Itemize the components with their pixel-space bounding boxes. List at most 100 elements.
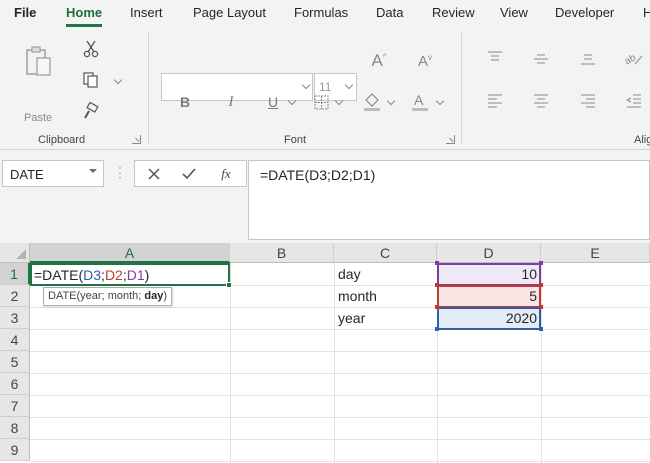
cell-d2[interactable]: 5 <box>440 288 537 304</box>
gridline <box>30 329 650 330</box>
decrease-font-size-button[interactable]: Av <box>414 50 436 72</box>
row-header-6[interactable]: 6 <box>0 373 30 395</box>
align-center-button[interactable] <box>531 92 551 110</box>
tab-home[interactable]: Home <box>66 5 102 20</box>
clipboard-launcher-icon[interactable] <box>132 135 141 144</box>
borders-button[interactable] <box>312 92 330 112</box>
cell-d3[interactable]: 2020 <box>440 310 537 326</box>
ref-handle[interactable] <box>539 327 543 331</box>
increase-font-size-button[interactable]: A^ <box>368 50 390 72</box>
cut-button[interactable] <box>80 38 102 60</box>
row-header-8[interactable]: 8 <box>0 417 30 439</box>
checkmark-icon <box>182 168 196 180</box>
middle-align-button[interactable] <box>531 50 551 68</box>
insert-function-button[interactable]: fx <box>215 164 237 184</box>
ref-handle[interactable] <box>539 283 543 287</box>
underline-icon: U <box>267 94 279 110</box>
formula-input[interactable]: =DATE(D3;D2;D1) <box>248 160 650 240</box>
paste-button[interactable] <box>22 42 56 80</box>
copy-dropdown-icon[interactable] <box>113 75 123 85</box>
tab-formulas[interactable]: Formulas <box>294 5 348 20</box>
tab-insert[interactable]: Insert <box>130 5 163 20</box>
worksheet-grid[interactable]: A B C D E 1 2 3 4 5 6 7 8 9 day month ye… <box>0 243 650 463</box>
tab-page-layout[interactable]: Page Layout <box>193 5 266 20</box>
select-all-icon <box>16 249 26 259</box>
row-header-5[interactable]: 5 <box>0 351 30 373</box>
bottom-align-button[interactable] <box>578 50 598 68</box>
bold-button[interactable]: B <box>176 92 194 112</box>
top-align-button[interactable] <box>485 48 505 66</box>
formula-text: =DATE(D3;D2;D1) <box>260 167 376 183</box>
align-center-icon <box>534 94 548 108</box>
active-cell-a1[interactable]: =DATE(D3;D2;D1) <box>30 263 230 286</box>
formula-suffix: ) <box>144 267 150 283</box>
bold-icon: B <box>179 94 191 110</box>
chevron-down-icon <box>301 80 311 90</box>
cell-d1[interactable]: 10 <box>440 266 537 282</box>
name-box-dropdown-icon[interactable] <box>89 169 97 173</box>
ref-handle[interactable] <box>539 261 543 265</box>
column-header-d[interactable]: D <box>437 243 541 263</box>
underline-button[interactable]: U <box>264 92 282 112</box>
close-icon <box>148 168 160 180</box>
row-header-2[interactable]: 2 <box>0 285 30 307</box>
fill-handle[interactable] <box>226 282 232 288</box>
svg-text:ab: ab <box>625 52 638 66</box>
tab-developer[interactable]: Developer <box>555 5 614 20</box>
ref-handle[interactable] <box>435 283 439 287</box>
row-header-3[interactable]: 3 <box>0 307 30 329</box>
column-header-c[interactable]: C <box>334 243 437 263</box>
column-header-a[interactable]: A <box>30 243 230 263</box>
formula-bar-area: DATE · · · fx =DATE(D3;D2;D1) <box>0 150 650 243</box>
cell-a1-formula[interactable]: =DATE(D3;D2;D1) <box>34 267 149 283</box>
more-options-icon[interactable]: · · · <box>118 161 122 183</box>
cell-c1[interactable]: day <box>338 266 361 282</box>
brush-icon <box>84 102 99 119</box>
cell-c3[interactable]: year <box>338 310 365 326</box>
column-header-e[interactable]: E <box>541 243 650 263</box>
gridline <box>30 395 650 396</box>
tab-help[interactable]: H <box>643 5 650 20</box>
row-header-4[interactable]: 4 <box>0 329 30 351</box>
ribbon: Paste Clipboard 11 A^ Av B I U A Font ab… <box>0 28 650 150</box>
ref-handle[interactable] <box>435 261 439 265</box>
borders-icon <box>314 95 328 109</box>
column-header-b[interactable]: B <box>230 243 334 263</box>
italic-button[interactable]: I <box>222 92 240 112</box>
decrease-font-icon: Av <box>417 52 432 70</box>
fill-color-button[interactable] <box>362 90 382 112</box>
row-header-7[interactable]: 7 <box>0 395 30 417</box>
bottom-align-icon <box>581 54 595 65</box>
format-painter-button[interactable] <box>80 100 102 122</box>
font-launcher-icon[interactable] <box>446 135 455 144</box>
align-right-button[interactable] <box>578 92 598 110</box>
align-left-button[interactable] <box>485 92 505 110</box>
cell-c2[interactable]: month <box>338 288 377 304</box>
clipboard-group-label: Clipboard <box>38 134 86 146</box>
ref-handle[interactable] <box>539 305 543 309</box>
fill-color-dropdown-icon[interactable] <box>386 96 396 106</box>
copy-button[interactable] <box>80 69 102 91</box>
font-color-button[interactable]: A <box>410 90 430 112</box>
decrease-indent-button[interactable] <box>624 92 644 110</box>
fill-bucket-icon <box>364 93 380 111</box>
group-divider <box>148 32 149 144</box>
tooltip-prefix: DATE(year; month; <box>48 290 145 302</box>
tab-file[interactable]: File <box>14 5 36 20</box>
top-align-icon <box>488 51 502 61</box>
row-header-9[interactable]: 9 <box>0 439 30 461</box>
name-box[interactable]: DATE <box>2 160 104 187</box>
enter-button[interactable] <box>179 165 199 183</box>
font-color-dropdown-icon[interactable] <box>435 96 445 106</box>
ref-handle[interactable] <box>435 305 439 309</box>
row-header-1[interactable]: 1 <box>0 263 30 285</box>
ref-handle[interactable] <box>435 327 439 331</box>
align-left-icon <box>488 94 502 108</box>
paste-label: Paste <box>24 112 53 124</box>
tab-data[interactable]: Data <box>376 5 403 20</box>
tab-view[interactable]: View <box>500 5 528 20</box>
orientation-button[interactable]: ab <box>624 48 644 68</box>
select-all-button[interactable] <box>0 243 30 263</box>
cancel-button[interactable] <box>145 165 163 183</box>
tab-review[interactable]: Review <box>432 5 475 20</box>
